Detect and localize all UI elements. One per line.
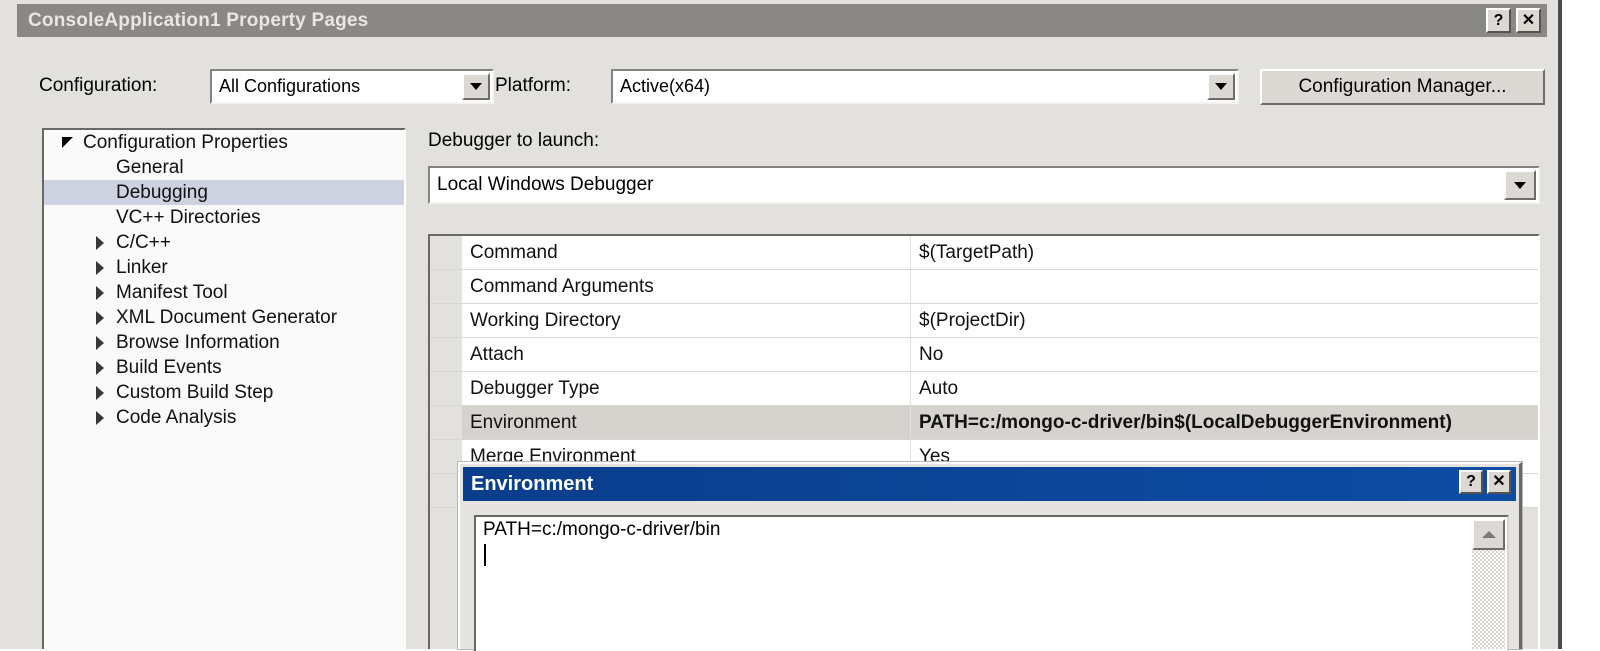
triangle-right-icon[interactable] (85, 361, 115, 375)
configuration-manager-button[interactable]: Configuration Manager... (1260, 69, 1545, 105)
window-titlebar-buttons: ? ✕ (1486, 8, 1541, 33)
tree-item-c-c[interactable]: C/C++ (44, 230, 404, 255)
tree-item-label: Manifest Tool (115, 282, 228, 304)
tree-item-label: Configuration Properties (82, 132, 288, 154)
property-name: Attach (462, 338, 910, 371)
tree-item-debugging[interactable]: Debugging (44, 180, 404, 205)
tree-item-code-analysis[interactable]: Code Analysis (44, 405, 404, 430)
property-value[interactable]: Auto (911, 372, 1538, 405)
triangle-right-icon[interactable] (85, 261, 115, 275)
tree-item-label: C/C++ (115, 232, 171, 254)
environment-dialog-buttons: ? ✕ (1459, 470, 1511, 494)
property-row[interactable]: Command$(TargetPath) (430, 236, 1538, 270)
debugger-to-launch-value: Local Windows Debugger (430, 174, 654, 196)
triangle-right-icon[interactable] (85, 336, 115, 350)
window-titlebar: ConsoleApplication1 Property Pages ? ✕ (17, 4, 1547, 37)
tree-item-linker[interactable]: Linker (44, 255, 404, 280)
property-row[interactable]: AttachNo (430, 338, 1538, 372)
close-button[interactable]: ✕ (1487, 470, 1511, 494)
triangle-right-icon[interactable] (85, 311, 115, 325)
chevron-down-icon[interactable] (1504, 170, 1536, 200)
tree-item-general[interactable]: General (44, 155, 404, 180)
property-value[interactable]: $(TargetPath) (911, 236, 1538, 269)
configuration-tree[interactable]: Configuration Properties General Debugging… (42, 128, 406, 649)
chevron-down-icon[interactable] (462, 73, 490, 100)
triangle-right-icon[interactable] (85, 286, 115, 300)
tree-item-label: Debugging (115, 182, 208, 204)
property-name: Debugger Type (462, 372, 910, 405)
tree-item-label: Linker (115, 257, 168, 279)
property-name: Command (462, 236, 910, 269)
configuration-bar: Configuration: All Configurations Platfo… (17, 60, 1547, 108)
tree-item-manifest-tool[interactable]: Manifest Tool (44, 280, 404, 305)
tree-item-vc-directories[interactable]: VC++ Directories (44, 205, 404, 230)
environment-dialog: Environment ? ✕ PATH=c:/mongo-c-driver/b… (458, 462, 1522, 649)
property-name: Environment (462, 406, 910, 439)
tree-item-build-events[interactable]: Build Events (44, 355, 404, 380)
property-value[interactable]: No (911, 338, 1538, 371)
tree-item-label: Custom Build Step (115, 382, 273, 404)
tree-item-configuration-properties[interactable]: Configuration Properties (44, 130, 404, 155)
chevron-down-icon[interactable] (1207, 73, 1235, 100)
tree-item-label: Code Analysis (115, 407, 236, 429)
tree-item-xml-document-generator[interactable]: XML Document Generator (44, 305, 404, 330)
help-button[interactable]: ? (1486, 8, 1511, 33)
configuration-label: Configuration: (39, 75, 157, 97)
vertical-scrollbar[interactable] (1472, 519, 1505, 649)
property-row[interactable]: Command Arguments (430, 270, 1538, 304)
tree-item-custom-build-step[interactable]: Custom Build Step (44, 380, 404, 405)
platform-combobox[interactable]: Active(x64) (611, 69, 1239, 104)
environment-text-line: PATH=c:/mongo-c-driver/bin (476, 517, 1507, 543)
triangle-down-icon[interactable] (52, 137, 82, 148)
property-row[interactable]: EnvironmentPATH=c:/mongo-c-driver/bin$(L… (430, 406, 1538, 440)
environment-textarea[interactable]: PATH=c:/mongo-c-driver/bin (474, 515, 1509, 651)
scroll-up-button[interactable] (1472, 519, 1505, 550)
property-name: Command Arguments (462, 270, 910, 303)
tree-item-label: VC++ Directories (115, 207, 261, 229)
tree-item-label: Build Events (115, 357, 222, 379)
close-button[interactable]: ✕ (1516, 8, 1541, 33)
property-row[interactable]: Debugger TypeAuto (430, 372, 1538, 406)
property-value[interactable]: PATH=c:/mongo-c-driver/bin$(LocalDebugge… (911, 406, 1538, 439)
platform-label: Platform: (495, 75, 571, 97)
triangle-right-icon[interactable] (85, 411, 115, 425)
tree-item-label: General (115, 157, 184, 179)
property-row[interactable]: Working Directory$(ProjectDir) (430, 304, 1538, 338)
environment-dialog-title: Environment (471, 473, 593, 496)
tree-item-label: XML Document Generator (115, 307, 337, 329)
property-value[interactable] (911, 270, 1538, 303)
property-value[interactable]: $(ProjectDir) (911, 304, 1538, 337)
platform-value: Active(x64) (613, 76, 710, 97)
tree-item-label: Browse Information (115, 332, 280, 354)
environment-dialog-titlebar: Environment ? ✕ (463, 467, 1516, 501)
triangle-right-icon[interactable] (85, 386, 115, 400)
configuration-value: All Configurations (212, 76, 360, 97)
property-name: Working Directory (462, 304, 910, 337)
text-cursor (476, 543, 1507, 569)
tree-item-browse-information[interactable]: Browse Information (44, 330, 404, 355)
debugger-to-launch-label: Debugger to launch: (428, 130, 599, 152)
configuration-combobox[interactable]: All Configurations (210, 69, 494, 104)
triangle-right-icon[interactable] (85, 236, 115, 250)
window-title: ConsoleApplication1 Property Pages (28, 10, 368, 32)
help-button[interactable]: ? (1459, 470, 1483, 494)
debugger-to-launch-combobox[interactable]: Local Windows Debugger (428, 166, 1540, 204)
